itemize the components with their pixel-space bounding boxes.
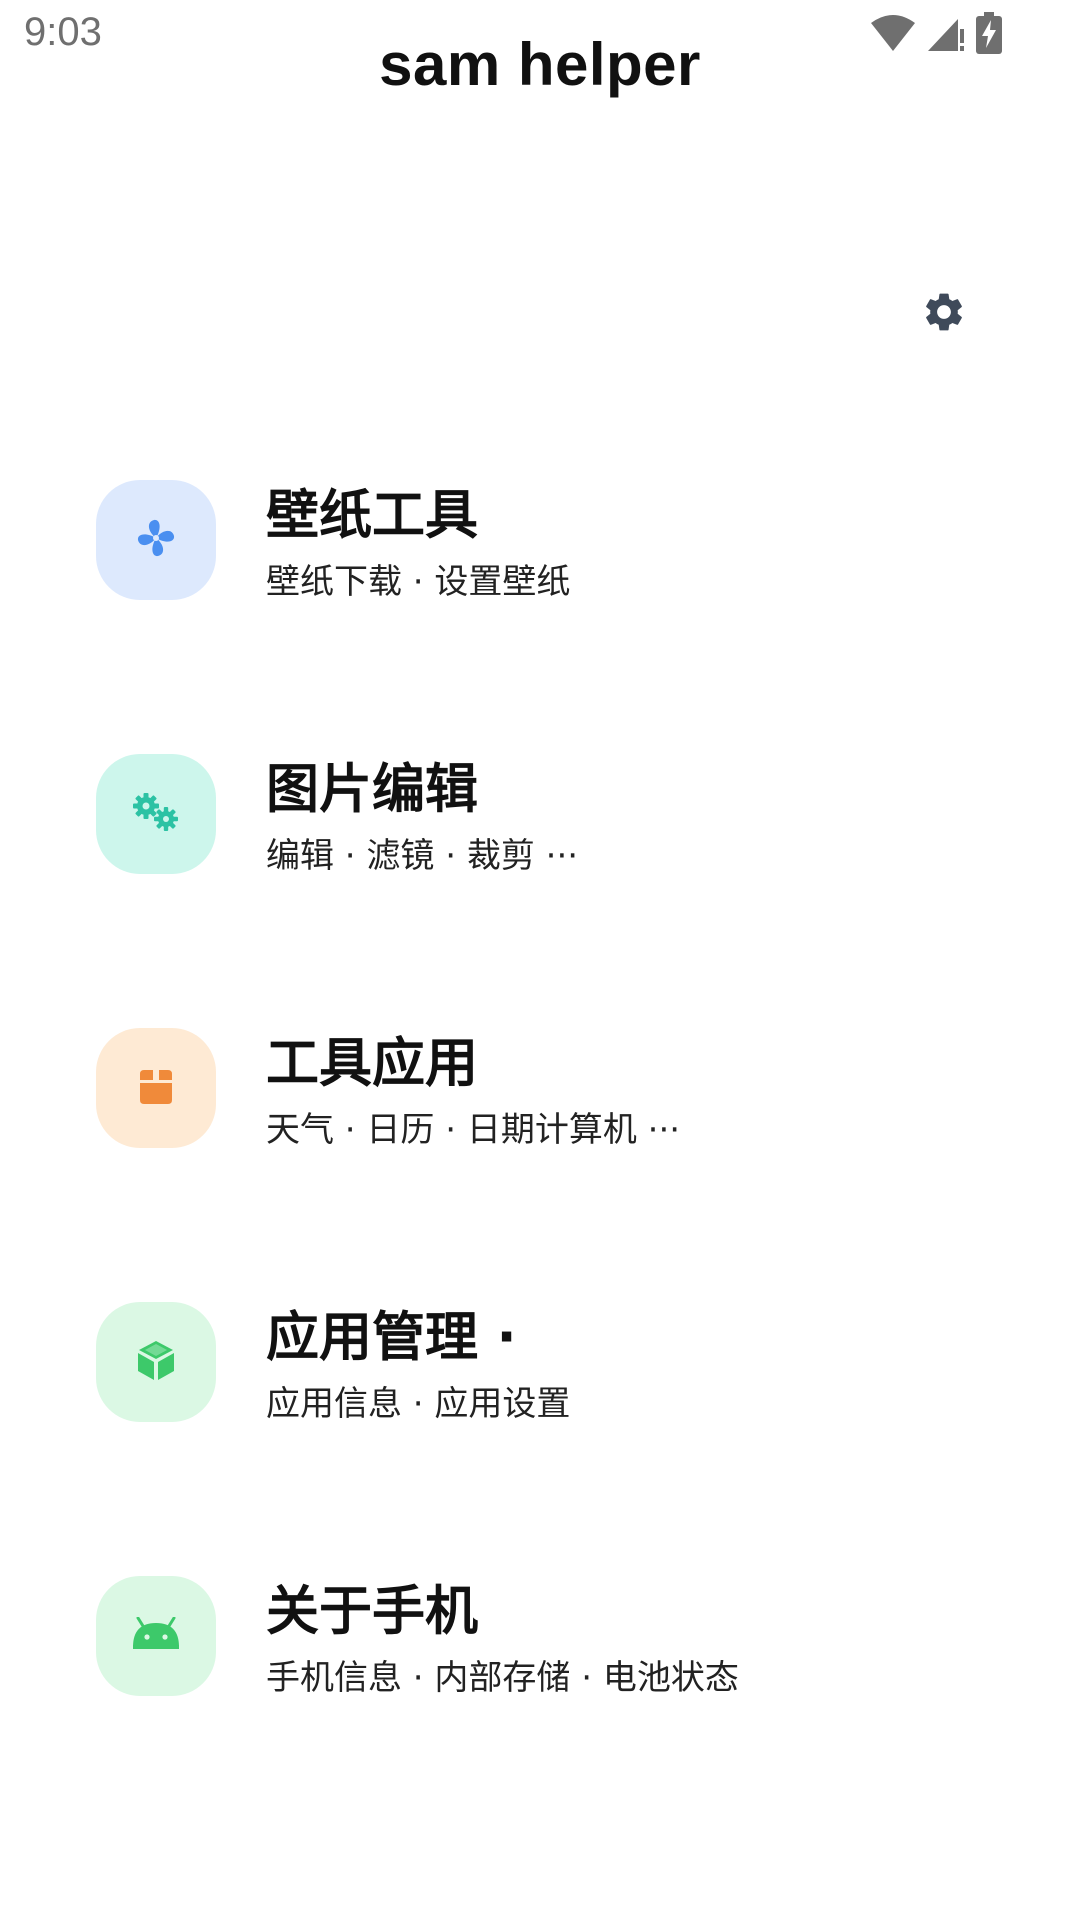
menu-item-title: 图片编辑	[266, 759, 478, 820]
box-icon	[136, 1066, 176, 1110]
app-title: sam helper	[379, 31, 701, 98]
menu-item-title: 工具应用	[266, 1033, 478, 1094]
menu-item-wallpaper-tools[interactable]: 壁纸工具 壁纸下载 · 设置壁纸	[96, 480, 996, 604]
menu-icon-container	[96, 1028, 216, 1148]
gears-icon	[128, 790, 184, 838]
menu-item-subtitle: 手机信息 · 内部存储 · 电池状态	[266, 1658, 739, 1698]
menu-icon-container	[96, 754, 216, 874]
menu-item-subtitle: 壁纸下载 · 设置壁纸	[266, 562, 571, 602]
menu-item-about-phone[interactable]: 关于手机 手机信息 · 内部存储 · 电池状态	[96, 1576, 996, 1700]
menu-item-subtitle: 天气 · 日历 · 日期计算机 ···	[266, 1110, 681, 1150]
menu-icon-container	[96, 1576, 216, 1696]
menu-item-title: 应用管理 ·	[266, 1307, 517, 1368]
menu-item-subtitle: 编辑 · 滤镜 · 裁剪 ···	[266, 836, 579, 876]
android-icon	[131, 1616, 181, 1655]
menu-item-title: 壁纸工具	[266, 485, 478, 546]
menu-item-tool-apps[interactable]: 工具应用 天气 · 日历 · 日期计算机 ···	[96, 1028, 996, 1152]
menu-icon-container	[96, 480, 216, 600]
menu-item-title: 关于手机	[266, 1581, 478, 1642]
menu-icon-container	[96, 1302, 216, 1422]
menu-item-subtitle: 应用信息 · 应用设置	[266, 1384, 571, 1424]
pinwheel-icon	[134, 516, 178, 564]
gear-icon	[921, 289, 967, 339]
menu-item-image-editing[interactable]: 图片编辑 编辑 · 滤镜 · 裁剪 ···	[96, 754, 996, 878]
menu-item-app-management[interactable]: 应用管理 · 应用信息 · 应用设置	[96, 1302, 996, 1426]
cube-icon	[134, 1338, 178, 1386]
settings-button[interactable]	[912, 282, 976, 346]
